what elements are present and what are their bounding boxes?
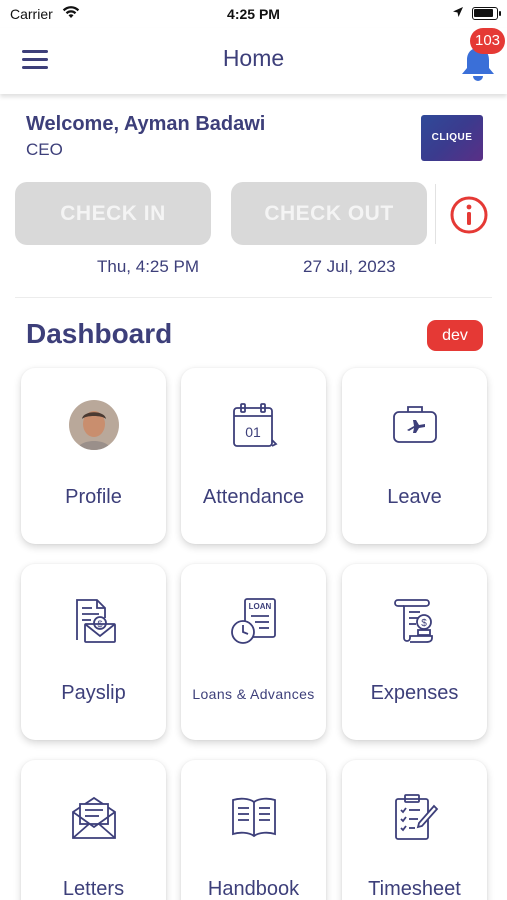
battery-icon xyxy=(472,7,501,20)
tile-label: Letters xyxy=(62,878,125,900)
tile-letters[interactable]: Letters xyxy=(21,760,166,900)
divider xyxy=(15,297,492,298)
notification-count-badge: 103 xyxy=(470,28,506,54)
clipboard-pen-icon xyxy=(395,794,439,840)
status-bar: Carrier 4:25 PM xyxy=(0,0,507,28)
tile-attendance[interactable]: 01 Attendance xyxy=(181,368,326,544)
tile-label: Payslip xyxy=(61,682,126,704)
welcome-text: Welcome, Ayman Badawi xyxy=(26,113,266,135)
status-time: 4:25 PM xyxy=(227,6,280,22)
suitcase-plane-icon xyxy=(393,406,437,443)
tile-payslip[interactable]: $ Payslip xyxy=(21,564,166,740)
page-title: Home xyxy=(222,45,285,71)
tile-handbook[interactable]: Handbook xyxy=(181,760,326,900)
payslip-envelope-icon: $ xyxy=(76,599,116,643)
tile-expenses[interactable]: $ Expenses xyxy=(342,564,487,740)
tile-loans-advances[interactable]: LOAN Loans & Advances xyxy=(181,564,326,740)
open-letter-icon xyxy=(72,796,116,839)
tile-label: Expenses xyxy=(370,682,459,704)
tile-timesheet[interactable]: Timesheet xyxy=(342,760,487,900)
current-time: Thu, 4:25 PM xyxy=(97,257,200,276)
check-out-button[interactable]: CHECK OUT xyxy=(231,182,427,245)
calendar-icon: 01 xyxy=(233,403,278,447)
tile-leave[interactable]: Leave xyxy=(342,368,487,544)
dashboard-title: Dashboard xyxy=(26,318,173,349)
tile-label: Timesheet xyxy=(368,878,461,900)
receipt-coin-icon: $ xyxy=(394,599,433,643)
book-icon xyxy=(232,797,276,838)
svg-text:LOAN: LOAN xyxy=(249,602,272,611)
divider xyxy=(435,184,436,244)
avatar xyxy=(69,400,119,450)
environment-badge: dev xyxy=(427,320,483,351)
company-logo: CLIQUE xyxy=(421,115,483,161)
tile-label: Handbook xyxy=(207,878,300,900)
tile-label: Leave xyxy=(387,486,442,508)
user-role: CEO xyxy=(26,140,63,159)
location-arrow-icon xyxy=(453,7,463,17)
svg-text:01: 01 xyxy=(245,424,261,440)
current-date: 27 Jul, 2023 xyxy=(303,257,396,276)
loan-clock-icon: LOAN xyxy=(231,598,276,644)
svg-text:$: $ xyxy=(421,618,427,629)
check-in-button[interactable]: CHECK IN xyxy=(15,182,211,245)
tile-profile[interactable]: Profile xyxy=(21,368,166,544)
tile-label: Profile xyxy=(65,486,122,508)
tile-label: Attendance xyxy=(202,486,305,508)
info-icon[interactable] xyxy=(449,195,489,235)
svg-text:$: $ xyxy=(97,619,102,629)
tile-label: Loans & Advances xyxy=(192,686,315,702)
nav-bar: Home 103 xyxy=(0,28,507,94)
